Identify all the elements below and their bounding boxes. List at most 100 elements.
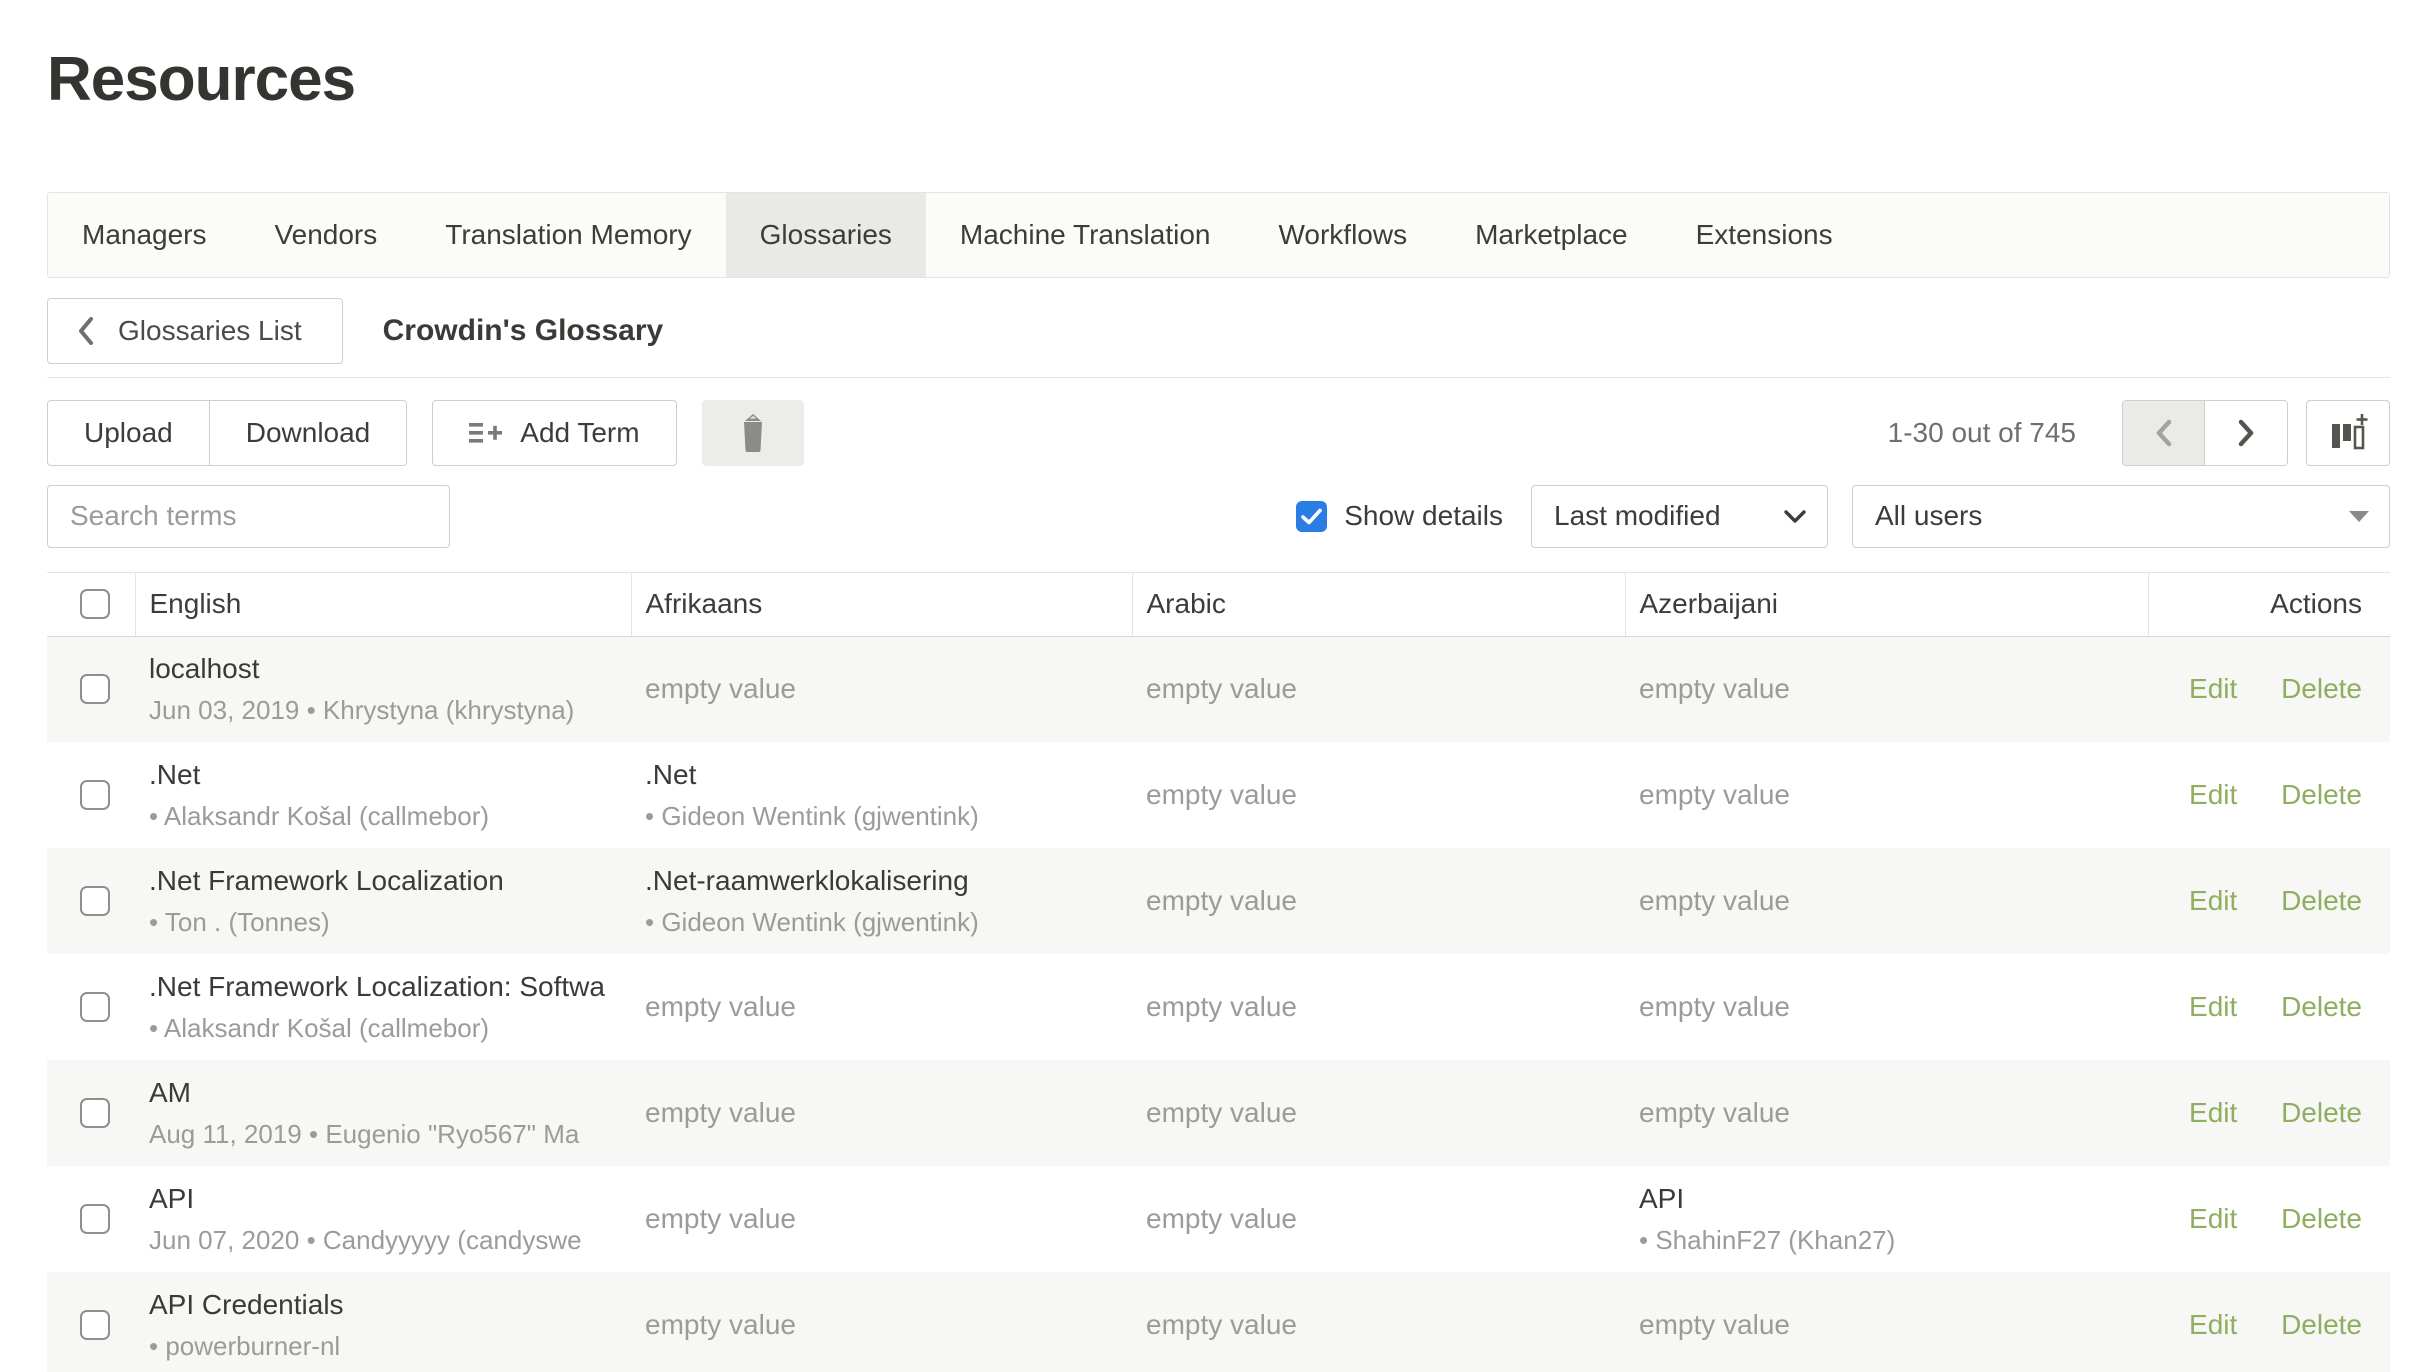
main-content: Resources Managers Vendors Translation M…: [47, 38, 2390, 1372]
prev-page-button[interactable]: [2123, 401, 2205, 465]
delete-selected-button[interactable]: [702, 400, 804, 466]
cell-arabic: empty value: [1132, 1060, 1625, 1166]
configure-columns-button[interactable]: [2306, 400, 2390, 466]
chevron-left-icon: [2153, 417, 2175, 449]
column-header-arabic[interactable]: Arabic: [1132, 572, 1625, 636]
next-page-button[interactable]: [2205, 401, 2287, 465]
term-meta: • ShahinF27 (Khan27): [1639, 1225, 2148, 1256]
tab-translation-memory-label: Translation Memory: [445, 219, 691, 251]
upload-button[interactable]: Upload: [47, 400, 210, 466]
tab-marketplace[interactable]: Marketplace: [1441, 193, 1662, 277]
delete-link[interactable]: Delete: [2281, 1097, 2362, 1128]
add-term-button-label: Add Term: [520, 417, 639, 449]
edit-link[interactable]: Edit: [2189, 673, 2237, 704]
delete-link[interactable]: Delete: [2281, 885, 2362, 916]
cell-english: .Net Framework Localization: Softwa • Al…: [135, 954, 631, 1060]
row-checkbox[interactable]: [80, 1310, 110, 1340]
list-plus-icon: [469, 419, 503, 447]
term-text: .Net: [149, 759, 631, 791]
triangle-down-icon: [2349, 511, 2369, 522]
show-details-toggle[interactable]: Show details: [1296, 500, 1503, 532]
tab-glossaries[interactable]: Glossaries: [726, 193, 926, 277]
download-button[interactable]: Download: [210, 400, 408, 466]
section-divider: [47, 377, 2390, 378]
tab-workflows[interactable]: Workflows: [1244, 193, 1441, 277]
table-row: API Jun 07, 2020 • Candyyyyy (candyswe e…: [47, 1166, 2390, 1272]
empty-value: empty value: [1146, 1203, 1297, 1234]
tab-translation-memory[interactable]: Translation Memory: [411, 193, 725, 277]
tab-managers[interactable]: Managers: [48, 193, 241, 277]
tab-vendors[interactable]: Vendors: [241, 193, 412, 277]
row-checkbox[interactable]: [80, 886, 110, 916]
back-button-label: Glossaries List: [118, 315, 302, 347]
cell-english: .Net • Alaksandr Košal (callmebor): [135, 742, 631, 848]
term-text: API Credentials: [149, 1289, 631, 1321]
cell-english: .Net Framework Localization • Ton . (Ton…: [135, 848, 631, 954]
row-checkbox[interactable]: [80, 1098, 110, 1128]
tab-marketplace-label: Marketplace: [1475, 219, 1628, 251]
columns-plus-icon: [2328, 413, 2368, 453]
cell-actions: Edit Delete: [2148, 848, 2390, 954]
cell-azerbaijani: empty value: [1625, 742, 2148, 848]
cell-actions: Edit Delete: [2148, 1166, 2390, 1272]
cell-arabic: empty value: [1132, 1166, 1625, 1272]
delete-link[interactable]: Delete: [2281, 779, 2362, 810]
empty-value: empty value: [1639, 779, 1790, 810]
term-meta: • Gideon Wentink (gjwentink): [645, 907, 1132, 938]
empty-value: empty value: [1639, 1309, 1790, 1340]
glossary-terms-table: English Afrikaans Arabic Azerbaijani Act…: [47, 572, 2390, 1372]
empty-value: empty value: [1639, 673, 1790, 704]
edit-link[interactable]: Edit: [2189, 991, 2237, 1022]
search-input[interactable]: [47, 485, 450, 548]
term-meta: • Gideon Wentink (gjwentink): [645, 801, 1132, 832]
column-header-afrikaans[interactable]: Afrikaans: [631, 572, 1132, 636]
edit-link[interactable]: Edit: [2189, 779, 2237, 810]
resources-tabbar: Managers Vendors Translation Memory Glos…: [47, 192, 2390, 278]
page-title: Resources: [47, 38, 2390, 122]
sort-select[interactable]: Last modified: [1531, 485, 1828, 548]
term-text: .Net Framework Localization: [149, 865, 631, 897]
term-meta: • powerburner-nl: [149, 1331, 631, 1362]
empty-value: empty value: [1639, 885, 1790, 916]
tab-glossaries-label: Glossaries: [760, 219, 892, 251]
delete-link[interactable]: Delete: [2281, 991, 2362, 1022]
edit-link[interactable]: Edit: [2189, 885, 2237, 916]
cell-arabic: empty value: [1132, 636, 1625, 742]
select-all-checkbox[interactable]: [80, 589, 110, 619]
tab-machine-translation[interactable]: Machine Translation: [926, 193, 1245, 277]
cell-azerbaijani: empty value: [1625, 636, 2148, 742]
cell-actions: Edit Delete: [2148, 742, 2390, 848]
delete-link[interactable]: Delete: [2281, 1309, 2362, 1340]
users-filter-value: All users: [1875, 500, 1982, 532]
cell-afrikaans: empty value: [631, 954, 1132, 1060]
checked-checkbox-icon[interactable]: [1296, 501, 1327, 532]
term-text: localhost: [149, 653, 631, 685]
edit-link[interactable]: Edit: [2189, 1203, 2237, 1234]
row-checkbox[interactable]: [80, 1204, 110, 1234]
cell-arabic: empty value: [1132, 742, 1625, 848]
empty-value: empty value: [1146, 885, 1297, 916]
glossaries-list-back-button[interactable]: Glossaries List: [47, 298, 343, 364]
tab-vendors-label: Vendors: [275, 219, 378, 251]
users-filter-dropdown[interactable]: All users: [1852, 485, 2390, 548]
show-details-label: Show details: [1344, 500, 1503, 532]
column-header-english[interactable]: English: [135, 572, 631, 636]
row-checkbox[interactable]: [80, 992, 110, 1022]
edit-link[interactable]: Edit: [2189, 1097, 2237, 1128]
empty-value: empty value: [645, 1097, 796, 1128]
tab-machine-translation-label: Machine Translation: [960, 219, 1211, 251]
row-checkbox[interactable]: [80, 780, 110, 810]
row-checkbox[interactable]: [80, 674, 110, 704]
table-header-row: English Afrikaans Arabic Azerbaijani Act…: [47, 572, 2390, 636]
delete-link[interactable]: Delete: [2281, 1203, 2362, 1234]
cell-arabic: empty value: [1132, 954, 1625, 1060]
term-meta: Jun 03, 2019 • Khrystyna (khrystyna): [149, 695, 631, 726]
tab-extensions[interactable]: Extensions: [1662, 193, 1867, 277]
column-header-azerbaijani[interactable]: Azerbaijani: [1625, 572, 2148, 636]
delete-link[interactable]: Delete: [2281, 673, 2362, 704]
add-term-button[interactable]: Add Term: [432, 400, 676, 466]
select-all-cell: [47, 572, 135, 636]
cell-azerbaijani: empty value: [1625, 1272, 2148, 1372]
glossary-title: Crowdin's Glossary: [383, 314, 664, 348]
edit-link[interactable]: Edit: [2189, 1309, 2237, 1340]
